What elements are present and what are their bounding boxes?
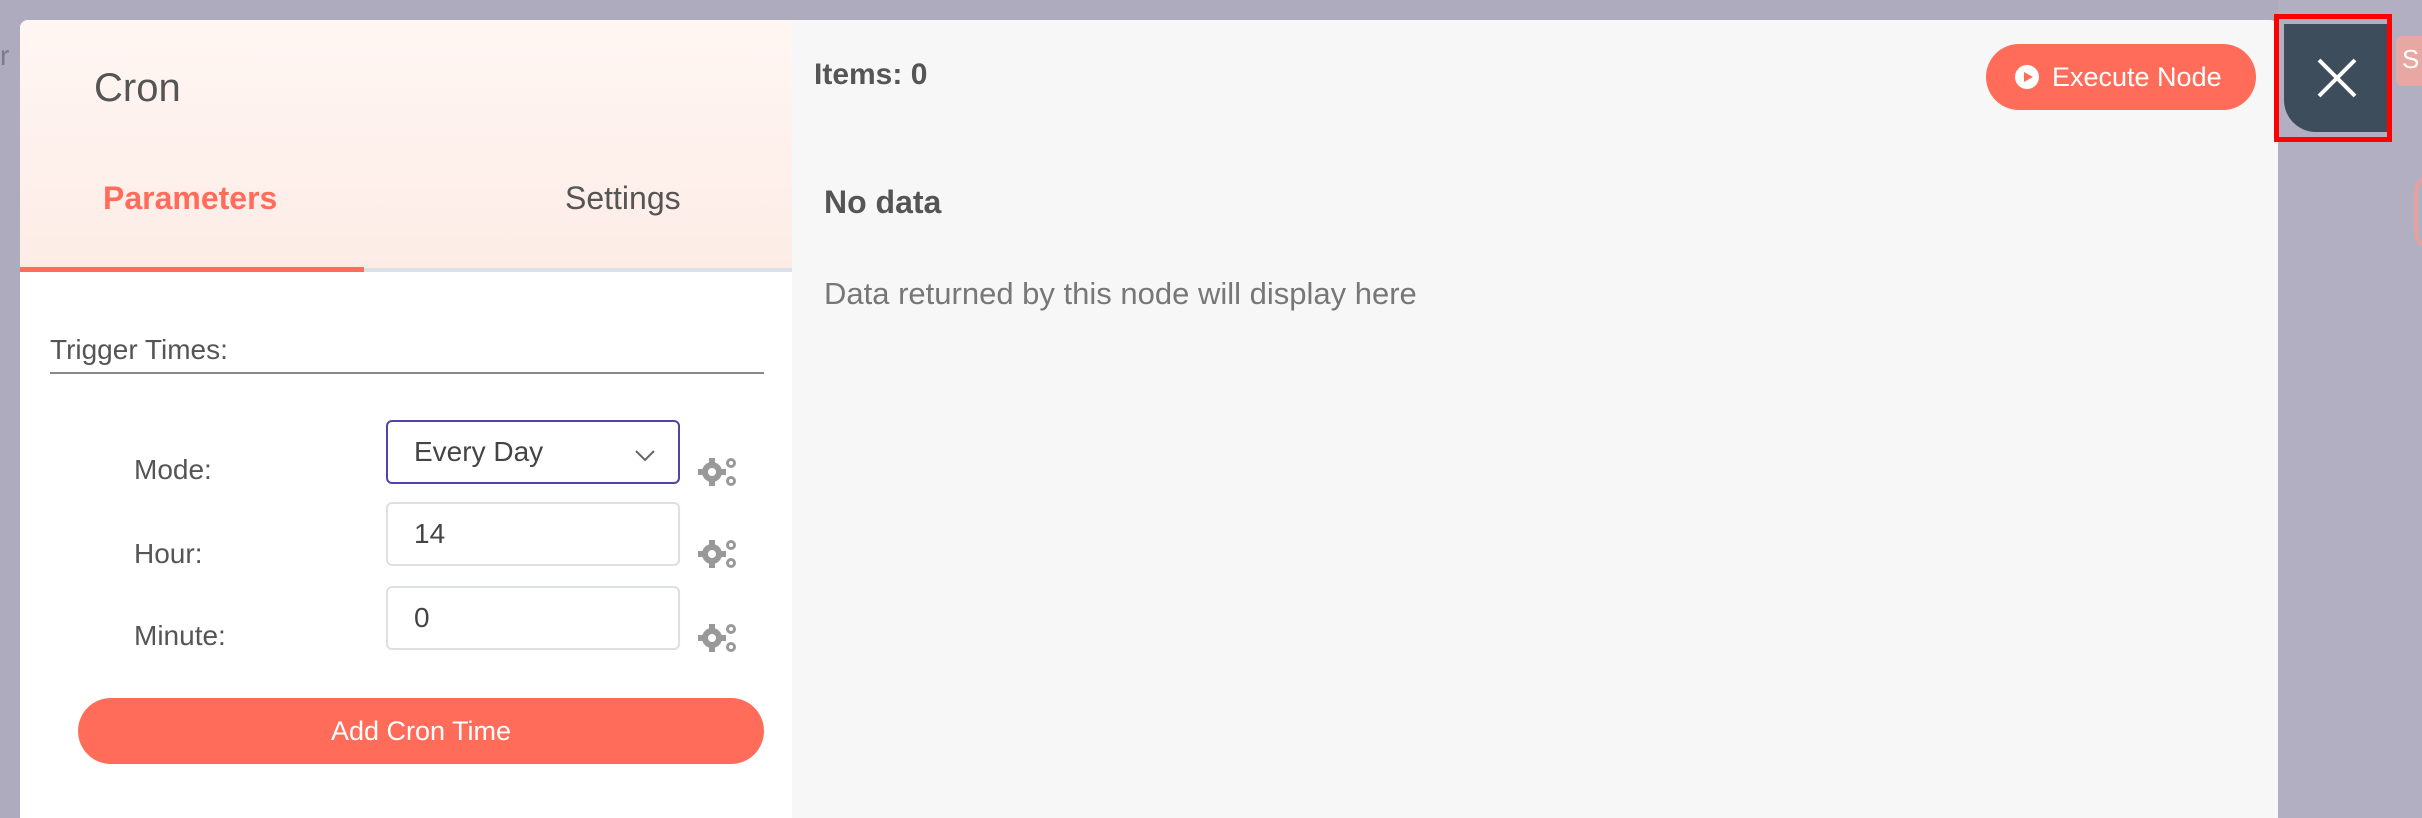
minute-value: 0 (414, 602, 430, 633)
active-tab-indicator (20, 267, 364, 272)
hour-label: Hour: (134, 538, 203, 569)
tab-settings[interactable]: Settings (565, 180, 681, 217)
hour-value: 14 (414, 518, 446, 549)
parameters-panel: Cron Parameters Settings Trigger Times: … (20, 20, 792, 818)
close-dialog-button[interactable] (2284, 24, 2390, 132)
add-cron-time-button[interactable]: Add Cron Time (78, 698, 764, 764)
execute-node-button[interactable]: Execute Node (1986, 44, 2256, 110)
background-node-circle (2414, 176, 2422, 248)
gears-icon[interactable] (696, 534, 740, 574)
hour-input[interactable]: 14 (386, 502, 680, 566)
minute-input[interactable]: 0 (386, 586, 680, 650)
background-canvas-text: r v (0, 40, 14, 76)
play-circle-icon (2015, 65, 2039, 89)
node-title[interactable]: Cron (94, 66, 181, 111)
no-data-title: No data (824, 184, 942, 220)
section-title: Trigger Times: (50, 334, 228, 365)
gears-icon[interactable] (696, 618, 740, 658)
mode-label: Mode: (134, 454, 212, 485)
section-divider (50, 372, 764, 374)
node-dialog: Cron Parameters Settings Trigger Times: … (20, 20, 2278, 818)
background-save-button: S (2396, 36, 2422, 86)
mode-select[interactable]: Every Day (386, 420, 680, 484)
execute-node-label: Execute Node (2052, 62, 2222, 92)
gears-icon[interactable] (696, 452, 740, 492)
minute-label: Minute: (134, 620, 226, 651)
mode-value: Every Day (414, 436, 544, 467)
chevron-down-icon (635, 450, 655, 462)
tab-parameters[interactable]: Parameters (103, 180, 277, 217)
close-icon (2317, 58, 2357, 98)
panel-header: Cron Parameters Settings (20, 20, 792, 272)
no-data-message: Data returned by this node will display … (824, 276, 1417, 311)
items-count: Items: 0 (814, 58, 928, 91)
